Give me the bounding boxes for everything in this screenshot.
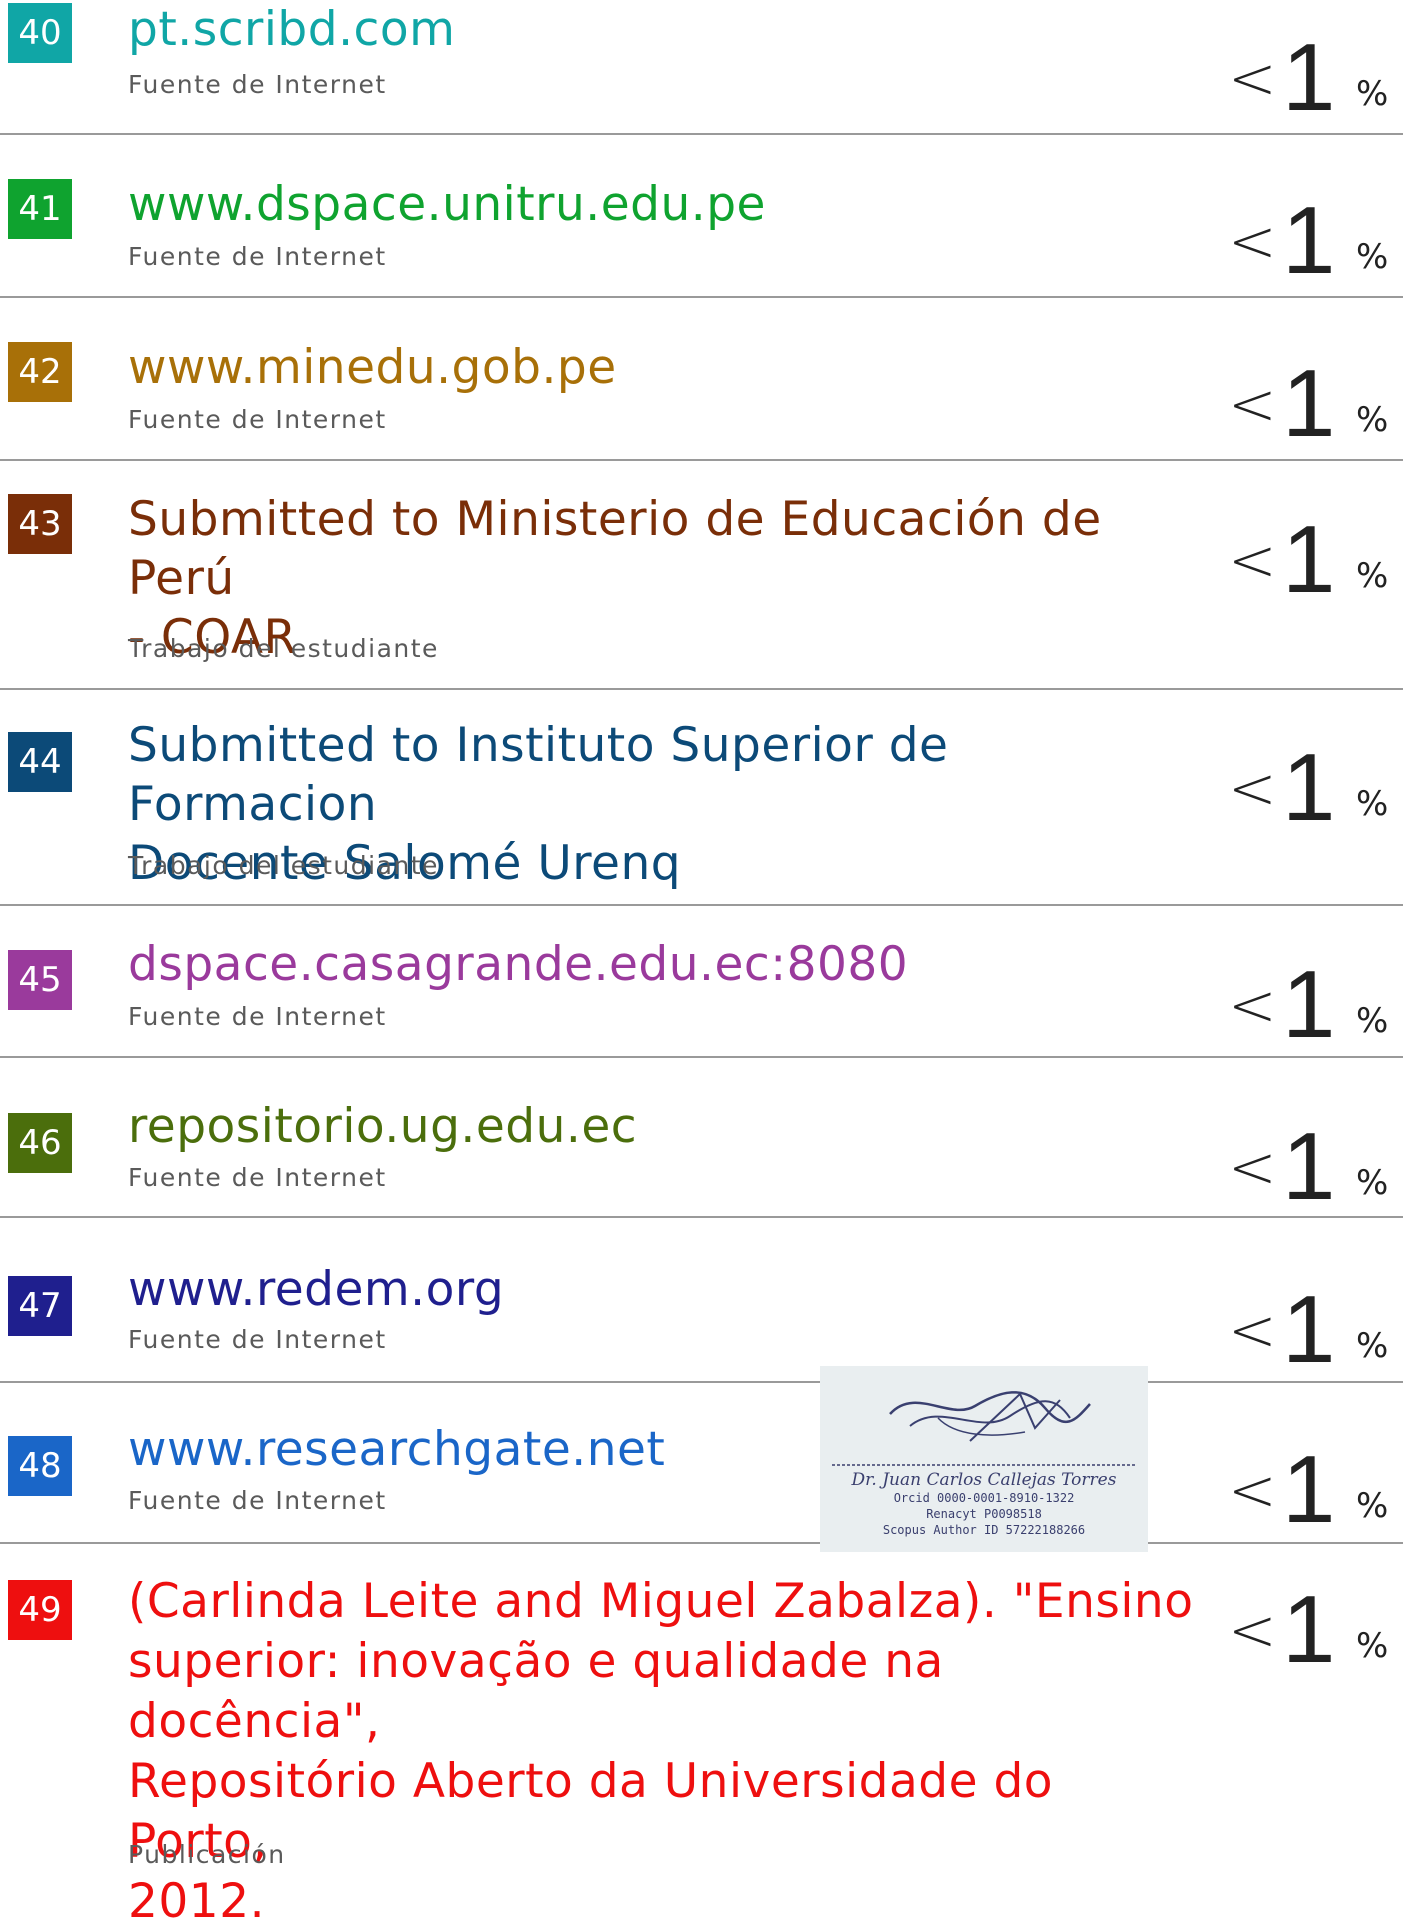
match-percentage: <1% (1228, 1113, 1389, 1220)
row-divider (1148, 1381, 1403, 1383)
row-divider (0, 1542, 820, 1544)
source-type: Fuente de Internet (128, 405, 387, 434)
source-number-badge: 47 (8, 1276, 72, 1336)
match-percentage: <1% (1228, 24, 1389, 131)
source-type: Fuente de Internet (128, 242, 387, 271)
source-number-badge: 46 (8, 1113, 72, 1173)
match-percentage: <1% (1228, 350, 1389, 457)
stamp-renacyt: Renacyt P0098518 (926, 1507, 1042, 1521)
source-type: Trabajo del estudiante (128, 851, 439, 880)
match-percentage: <1% (1228, 951, 1389, 1058)
row-divider (0, 133, 1403, 135)
row-divider (0, 1381, 820, 1383)
source-title[interactable]: repositorio.ug.edu.ec (128, 1097, 1208, 1156)
row-divider (1148, 1542, 1403, 1544)
source-title[interactable]: pt.scribd.com (128, 0, 1208, 59)
source-number-badge: 40 (8, 3, 72, 63)
source-type: Fuente de Internet (128, 1486, 387, 1515)
source-type: Fuente de Internet (128, 1002, 387, 1031)
source-number-badge: 49 (8, 1580, 72, 1640)
match-percentage: <1% (1228, 187, 1389, 294)
source-type: Trabajo del estudiante (128, 634, 439, 663)
source-type: Fuente de Internet (128, 1325, 387, 1354)
source-number-badge: 44 (8, 732, 72, 792)
source-title[interactable]: www.dspace.unitru.edu.pe (128, 175, 1208, 234)
source-type: Fuente de Internet (128, 70, 387, 99)
match-percentage: <1% (1228, 506, 1389, 613)
row-divider (0, 296, 1403, 298)
stamp-name: Dr. Juan Carlos Callejas Torres (851, 1470, 1117, 1490)
source-number-badge: 41 (8, 179, 72, 239)
source-title[interactable]: dspace.casagrande.edu.ec:8080 (128, 935, 1208, 994)
stamp-scopus: Scopus Author ID 57222188266 (882, 1523, 1086, 1537)
row-divider (0, 1216, 1403, 1218)
source-title[interactable]: www.redem.org (128, 1260, 1208, 1319)
stamp-orcid: Orcid 0000-0001-8910-1322 (893, 1491, 1075, 1505)
source-title[interactable]: www.minedu.gob.pe (128, 338, 1208, 397)
source-number-badge: 45 (8, 950, 72, 1010)
source-number-badge: 43 (8, 494, 72, 554)
match-percentage: <1% (1228, 1436, 1389, 1543)
match-percentage: <1% (1228, 734, 1389, 841)
row-divider (0, 459, 1403, 461)
signature-stamp: Dr. Juan Carlos Callejas Torres Orcid 00… (820, 1366, 1148, 1552)
row-divider (0, 688, 1403, 690)
source-number-badge: 42 (8, 342, 72, 402)
source-type: Publicación (128, 1840, 286, 1869)
row-divider (0, 1056, 1403, 1058)
source-type: Fuente de Internet (128, 1163, 387, 1192)
source-number-badge: 48 (8, 1436, 72, 1496)
row-divider (0, 904, 1403, 906)
match-percentage: <1% (1228, 1576, 1389, 1683)
match-percentage: <1% (1228, 1276, 1389, 1383)
source-title[interactable]: (Carlinda Leite and Miguel Zabalza). "En… (128, 1572, 1208, 1932)
